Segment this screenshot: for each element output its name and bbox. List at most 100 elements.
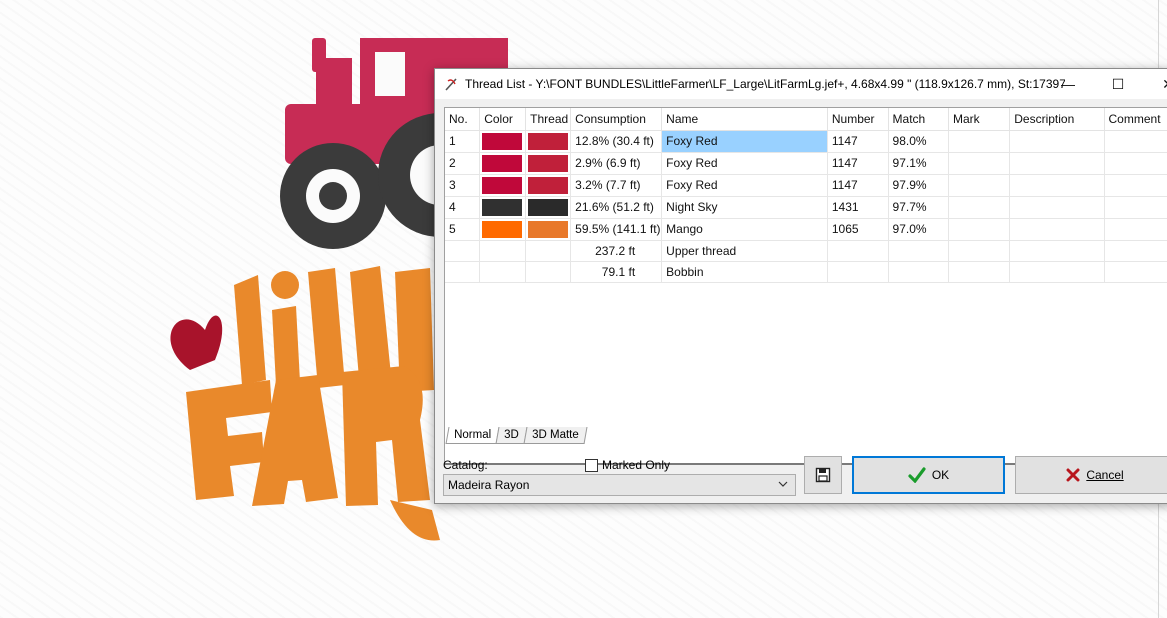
cell-empty [479, 240, 527, 262]
cell-no: 5 [445, 218, 481, 241]
tab-3d-matte[interactable]: 3D Matte [523, 427, 587, 444]
cell-no: 1 [445, 130, 481, 153]
cell-color [479, 130, 527, 153]
marked-only-label: Marked Only [602, 458, 671, 472]
cell-comment[interactable] [1104, 130, 1167, 153]
title-bar[interactable]: Thread List - Y:\FONT BUNDLES\LittleFarm… [435, 69, 1167, 99]
table-total-row: 79.1 ft Bobbin [445, 261, 1167, 283]
cell-match: 98.0% [888, 130, 950, 153]
column-header-name[interactable]: Name [661, 108, 828, 131]
checkbox-box[interactable] [585, 458, 598, 472]
cell-number: 1147 [827, 174, 889, 197]
cell-comment[interactable] [1104, 174, 1167, 197]
needle-icon [445, 78, 457, 91]
ok-button[interactable]: OK [852, 456, 1005, 494]
thread-list-dialog: Thread List - Y:\FONT BUNDLES\LittleFarm… [434, 68, 1167, 504]
table-row[interactable]: 4 21.6% (51.2 ft) Night Sky 1431 97.7% [445, 196, 1167, 219]
cell-name[interactable]: Foxy Red [661, 152, 828, 175]
thread-swatch [528, 154, 569, 172]
cell-total-name: Bobbin [661, 261, 828, 283]
column-header-thread[interactable]: Thread [525, 108, 572, 131]
thread-swatch [528, 220, 569, 238]
cell-name[interactable]: Foxy Red [661, 174, 828, 197]
column-header-no[interactable]: No. [445, 108, 481, 131]
cell-consumption: 59.5% (141.1 ft) [570, 218, 663, 241]
cell-thread [525, 174, 572, 197]
cell-mark[interactable] [948, 174, 1011, 197]
table-row[interactable]: 2 2.9% (6.9 ft) Foxy Red 1147 97.1% [445, 152, 1167, 175]
color-swatch [482, 198, 523, 216]
cell-match: 97.7% [888, 196, 950, 219]
cell-color [479, 196, 527, 219]
cell-empty [948, 240, 1011, 262]
cell-description[interactable] [1009, 174, 1105, 197]
cell-name[interactable]: Mango [661, 218, 828, 241]
save-button[interactable] [804, 456, 842, 494]
cell-consumption: 12.8% (30.4 ft) [570, 130, 663, 153]
tab-3d[interactable]: 3D [495, 427, 528, 444]
cell-number: 1147 [827, 130, 889, 153]
color-swatch [482, 154, 523, 172]
cell-consumption: 2.9% (6.9 ft) [570, 152, 663, 175]
cell-description[interactable] [1009, 130, 1105, 153]
thread-swatch [528, 132, 569, 150]
maximize-button[interactable]: ☐ [1095, 69, 1141, 99]
table-header-row: No. Color Thread Consumption Name Number… [445, 108, 1167, 131]
cell-empty [445, 261, 481, 283]
cell-thread [525, 152, 572, 175]
green-checkmark-icon [908, 467, 926, 483]
cell-number: 1065 [827, 218, 889, 241]
cell-comment[interactable] [1104, 218, 1167, 241]
cell-description[interactable] [1009, 152, 1105, 175]
table-row[interactable]: 1 12.8% (30.4 ft) Foxy Red 1147 98.0% [445, 130, 1167, 153]
floppy-disk-icon [815, 467, 831, 483]
cell-empty [888, 240, 950, 262]
cell-comment[interactable] [1104, 196, 1167, 219]
minimize-button[interactable]: — [1045, 69, 1091, 99]
cell-thread [525, 196, 572, 219]
cell-no: 2 [445, 152, 481, 175]
cell-name[interactable]: Night Sky [661, 196, 828, 219]
cell-description[interactable] [1009, 218, 1105, 241]
cell-comment[interactable] [1104, 152, 1167, 175]
table-row[interactable]: 3 3.2% (7.7 ft) Foxy Red 1147 97.9% [445, 174, 1167, 197]
column-header-mark[interactable]: Mark [948, 108, 1011, 131]
cell-mark[interactable] [948, 218, 1011, 241]
cell-no: 3 [445, 174, 481, 197]
ok-label: OK [931, 468, 950, 482]
column-header-description[interactable]: Description [1009, 108, 1105, 131]
color-swatch [482, 220, 523, 238]
cell-consumption: 3.2% (7.7 ft) [570, 174, 663, 197]
cancel-button[interactable]: Cancel [1015, 456, 1167, 494]
tab-normal[interactable]: Normal [445, 427, 500, 444]
cell-mark[interactable] [948, 130, 1011, 153]
color-swatch [482, 176, 523, 194]
cell-empty [525, 240, 572, 262]
marked-only-checkbox[interactable]: Marked Only [585, 458, 670, 472]
column-header-match[interactable]: Match [888, 108, 950, 131]
cell-empty [445, 240, 481, 262]
cell-consumption: 21.6% (51.2 ft) [570, 196, 663, 219]
table-row[interactable]: 5 59.5% (141.1 ft) Mango 1065 97.0% [445, 218, 1167, 241]
catalog-label: Catalog: [443, 458, 488, 472]
cell-no: 4 [445, 196, 481, 219]
cell-mark[interactable] [948, 196, 1011, 219]
cancel-label: Cancel [1086, 468, 1124, 482]
cell-empty [525, 261, 572, 283]
column-header-color[interactable]: Color [479, 108, 527, 131]
cell-total-consumption: 79.1 ft [570, 261, 663, 283]
cell-number: 1147 [827, 152, 889, 175]
thread-table-container[interactable]: No. Color Thread Consumption Name Number… [444, 107, 1167, 465]
thread-swatch [528, 198, 569, 216]
close-button[interactable]: ✕ [1145, 69, 1167, 99]
cell-name[interactable]: Foxy Red [661, 130, 828, 153]
column-header-consumption[interactable]: Consumption [570, 108, 663, 131]
red-x-icon [1066, 468, 1080, 482]
table-total-row: 237.2 ft Upper thread [445, 240, 1167, 262]
cell-description[interactable] [1009, 196, 1105, 219]
column-header-number[interactable]: Number [827, 108, 889, 131]
catalog-dropdown[interactable]: Madeira Rayon [443, 474, 796, 496]
cell-color [479, 218, 527, 241]
column-header-comment[interactable]: Comment [1104, 108, 1167, 131]
cell-mark[interactable] [948, 152, 1011, 175]
